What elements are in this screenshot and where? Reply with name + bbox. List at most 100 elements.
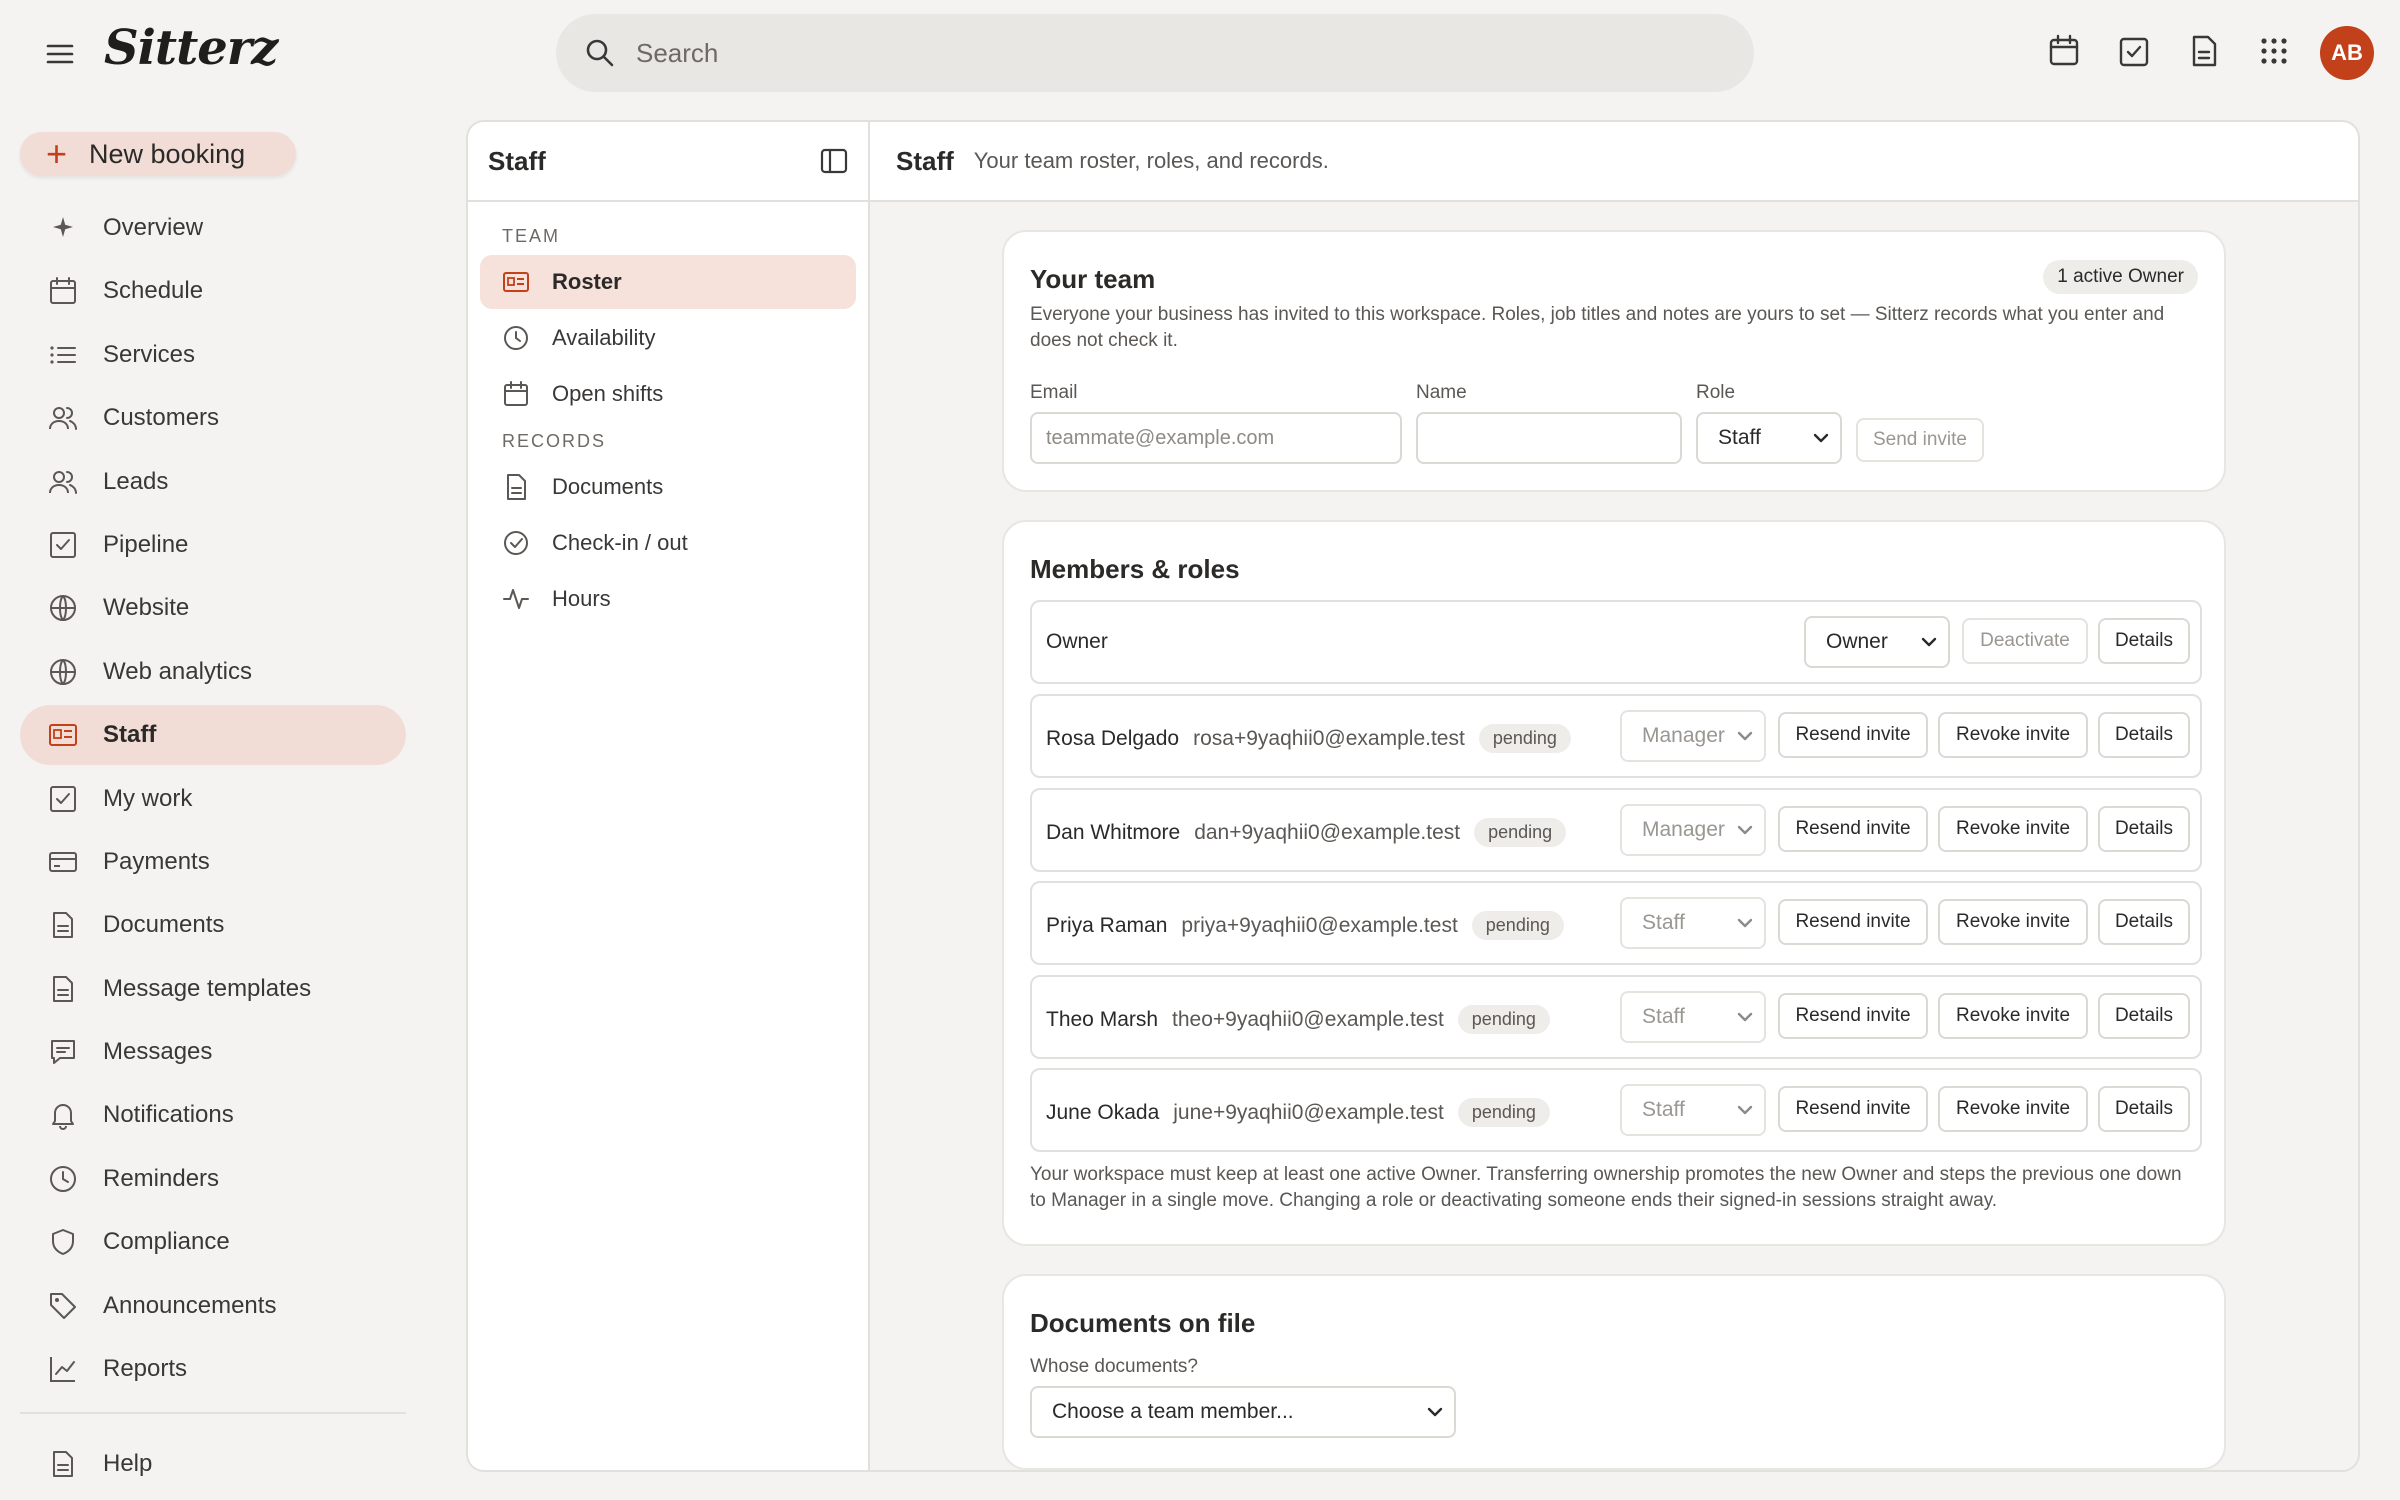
name-label: Name: [1416, 382, 1467, 403]
subnav-item-label: Availability: [552, 325, 656, 350]
role-select[interactable]: Manager: [1620, 710, 1766, 762]
id-card-icon: [48, 720, 78, 750]
sidebar-item-leads[interactable]: Leads: [20, 452, 406, 512]
resend-invite-button[interactable]: Resend invite: [1778, 899, 1928, 945]
document-icon: [48, 974, 78, 1004]
apps-grid-icon[interactable]: [2258, 34, 2290, 70]
sidebar-item-compliance[interactable]: Compliance: [20, 1212, 406, 1272]
sidebar-item-overview[interactable]: Overview: [20, 198, 406, 258]
details-button[interactable]: Details: [2098, 712, 2190, 758]
calendar-icon[interactable]: [2048, 34, 2080, 70]
role-select[interactable]: Staff: [1620, 990, 1766, 1043]
sidebar-item-message-templates[interactable]: Message templates: [20, 959, 406, 1019]
chevron-down-icon: [1737, 1012, 1753, 1021]
sidebar-item-label: Customers: [103, 404, 220, 432]
send-invite-button[interactable]: Send invite: [1856, 418, 1984, 462]
email-field[interactable]: teammate@example.com: [1030, 412, 1402, 464]
clock-icon: [502, 324, 530, 352]
sidebar-item-customers[interactable]: Customers: [20, 388, 406, 448]
app-logo[interactable]: Sitterz: [104, 20, 278, 76]
sidebar-item-documents[interactable]: Documents: [20, 895, 406, 955]
subnav-item-documents[interactable]: Documents: [480, 460, 856, 514]
resend-invite-button[interactable]: Resend invite: [1778, 805, 1928, 852]
sidebar-item-reports[interactable]: Reports: [20, 1339, 406, 1399]
member-name: Rosa Delgado: [1046, 727, 1180, 750]
details-button[interactable]: Details: [2098, 899, 2190, 945]
role-select[interactable]: Manager: [1620, 803, 1766, 856]
page-title: Staff: [896, 145, 954, 176]
sidebar-item-label: Reminders: [103, 1164, 220, 1192]
revoke-invite-button[interactable]: Revoke invite: [1938, 712, 2088, 758]
sidebar-item-web-analytics[interactable]: Web analytics: [20, 642, 406, 702]
chart-icon: [48, 1354, 78, 1384]
subnav-item-availability[interactable]: Availability: [480, 311, 856, 365]
sidebar-item-payments[interactable]: Payments: [20, 832, 406, 892]
sidebar-item-label: Announcements: [103, 1291, 277, 1319]
resend-invite-button[interactable]: Resend invite: [1778, 712, 1928, 758]
role-select[interactable]: Owner: [1804, 616, 1950, 668]
details-button[interactable]: Details: [2098, 992, 2190, 1039]
checkbox-icon[interactable]: [2118, 34, 2150, 70]
people-icon: [48, 467, 78, 497]
revoke-invite-button[interactable]: Revoke invite: [1938, 1086, 2088, 1132]
card-description: Everyone your business has invited to th…: [1030, 304, 2165, 351]
document-icon[interactable]: [2188, 34, 2220, 70]
subnav-item-roster[interactable]: Roster: [480, 255, 856, 309]
sidebar-item-staff[interactable]: Staff: [20, 705, 406, 766]
sidebar-item-label: Documents: [103, 911, 225, 939]
sidebar-toggle-icon[interactable]: [820, 147, 848, 175]
search-icon: [584, 37, 616, 69]
member-row: June Okada june+9yaqhii0@example.test pend…: [1030, 1068, 2202, 1152]
sidebar-item-notifications[interactable]: Notifications: [20, 1085, 406, 1145]
menu-icon[interactable]: [44, 38, 76, 70]
activity-icon: [502, 585, 530, 613]
clock-icon: [48, 1164, 78, 1194]
chevron-down-icon: [1427, 1407, 1443, 1417]
role-select[interactable]: Staff: [1696, 412, 1842, 464]
resend-invite-button[interactable]: Resend invite: [1778, 1086, 1928, 1132]
revoke-invite-button[interactable]: Revoke invite: [1938, 992, 2088, 1039]
sidebar-item-pipeline[interactable]: Pipeline: [20, 515, 406, 575]
list-icon: [48, 340, 78, 370]
page-subtitle: Your team roster, roles, and records.: [973, 148, 1329, 173]
sidebar-item-website[interactable]: Website: [20, 578, 406, 638]
avatar[interactable]: AB: [2320, 26, 2374, 80]
chevron-down-icon: [1737, 825, 1753, 834]
subnav-item-hours[interactable]: Hours: [480, 572, 856, 626]
sidebar-item-label: Messages: [103, 1038, 213, 1066]
sidebar-item-services[interactable]: Services: [20, 325, 406, 385]
revoke-invite-button[interactable]: Revoke invite: [1938, 899, 2088, 945]
revoke-invite-button[interactable]: Revoke invite: [1938, 805, 2088, 852]
name-field[interactable]: [1416, 412, 1682, 464]
globe-icon: [48, 657, 78, 687]
sidebar-divider: [20, 1412, 406, 1414]
sidebar-item-reminders[interactable]: Reminders: [20, 1149, 406, 1209]
sidebar-item-label: Help: [103, 1450, 153, 1477]
new-booking-label: New booking: [89, 138, 246, 169]
search-input[interactable]: [636, 37, 1636, 69]
your-team-card: Your team 1 active Owner Everyone your b…: [1002, 230, 2226, 492]
sidebar-item-messages[interactable]: Messages: [20, 1022, 406, 1082]
new-booking-button[interactable]: + New booking: [20, 132, 296, 176]
subnav-item-check-in-out[interactable]: Check-in / out: [480, 516, 856, 570]
sidebar-item-help[interactable]: Help: [20, 1434, 406, 1494]
card-title: Members & roles: [1030, 554, 1240, 584]
role-select[interactable]: Staff: [1620, 1084, 1766, 1136]
sidebar-item-my-work[interactable]: My work: [20, 769, 406, 829]
sidebar-item-schedule[interactable]: Schedule: [20, 261, 406, 321]
member-name: Dan Whitmore: [1046, 820, 1181, 844]
team-member-select[interactable]: Choose a team member...: [1030, 1386, 1456, 1438]
details-button[interactable]: Details: [2098, 1086, 2190, 1132]
subnav-item-open-shifts[interactable]: Open shifts: [480, 367, 856, 421]
role-select[interactable]: Staff: [1620, 897, 1766, 949]
sidebar-item-label: Notifications: [103, 1101, 234, 1129]
details-button[interactable]: Details: [2098, 805, 2190, 852]
section-label-team: TEAM: [502, 226, 561, 246]
sidebar-item-announcements[interactable]: Announcements: [20, 1276, 406, 1336]
role-select-value: Staff: [1718, 426, 1761, 449]
search-bar[interactable]: [556, 14, 1754, 92]
deactivate-button[interactable]: Deactivate: [1962, 618, 2088, 664]
details-button[interactable]: Details: [2098, 618, 2190, 664]
document-icon: [48, 910, 78, 940]
resend-invite-button[interactable]: Resend invite: [1778, 992, 1928, 1039]
